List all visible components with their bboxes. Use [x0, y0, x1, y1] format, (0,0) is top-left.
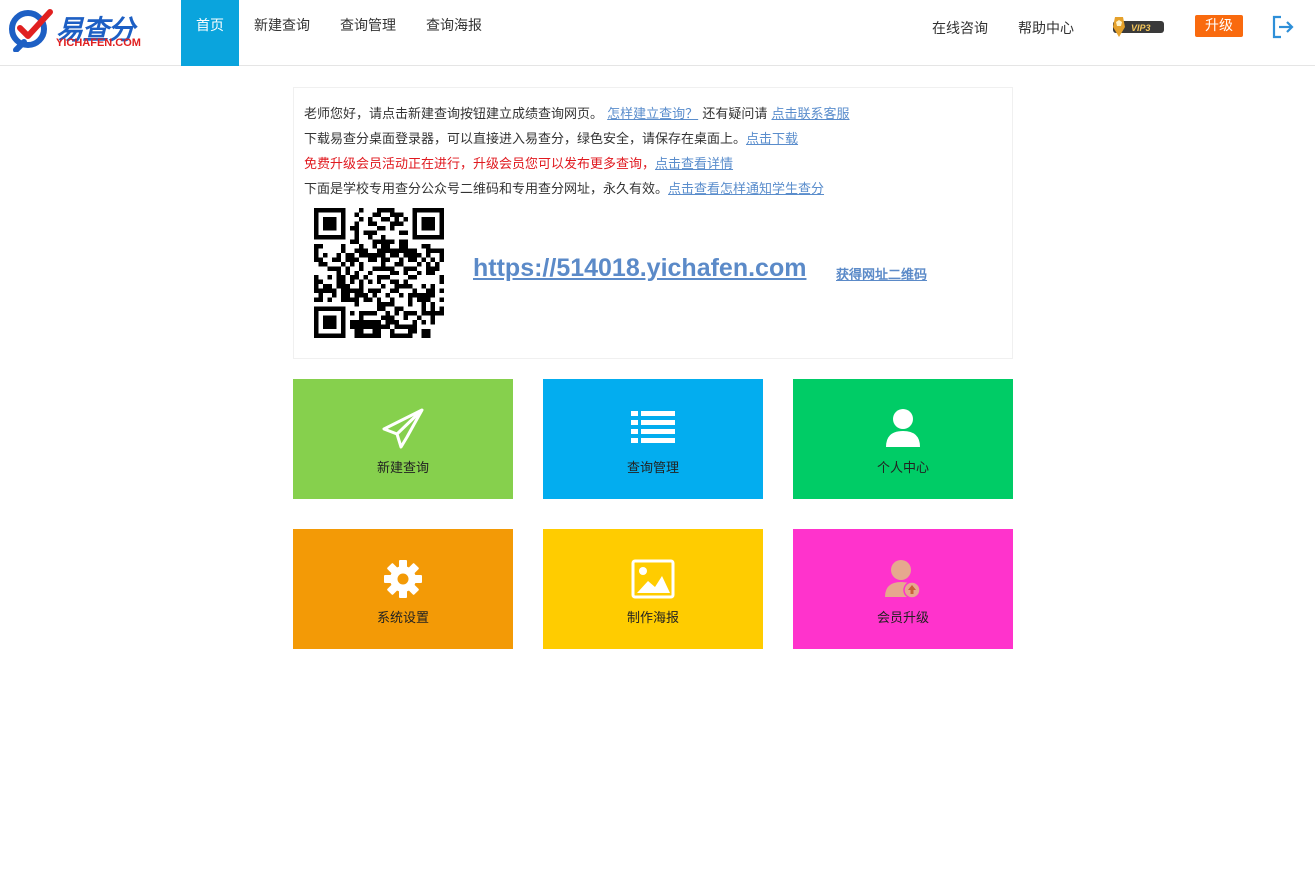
tile-label: 制作海报 — [626, 611, 679, 626]
nav-item-new-query[interactable]: 新建查询 — [239, 0, 325, 66]
notice-line-3-text: 免费升级会员活动正在进行，升级会员您可以发布更多查询， — [304, 157, 656, 172]
online-consult-link[interactable]: 在线咨询 — [932, 18, 988, 38]
contact-support-link[interactable]: 点击联系客服 — [771, 107, 849, 122]
tile-label: 新建查询 — [376, 461, 429, 476]
tile-query-manage[interactable]: 查询管理 — [543, 379, 763, 499]
tile-personal-center[interactable]: 个人中心 — [793, 379, 1013, 499]
main-nav: 首页 新建查询 查询管理 查询海报 — [181, 0, 497, 66]
upgrade-button[interactable]: 升级 — [1195, 15, 1243, 37]
notice-line-2: 下载易查分桌面登录器，可以直接进入易查分，绿色安全，请保存在桌面上。点击下载 — [304, 128, 798, 147]
notify-students-link[interactable]: 点击查看怎样通知学生查分 — [668, 182, 824, 197]
query-url-link[interactable]: https://514018.yichafen.com — [473, 254, 806, 283]
tile-make-poster[interactable]: 制作海报 — [543, 529, 763, 649]
logo-text-en: YICHAFEN.COM — [56, 37, 141, 49]
nav-item-query-poster[interactable]: 查询海报 — [411, 0, 497, 66]
notice-line-4-text: 下面是学校专用查分公众号二维码和专用查分网址，永久有效。 — [304, 182, 669, 197]
notice-line-2-text: 下载易查分桌面登录器，可以直接进入易查分，绿色安全，请保存在桌面上。 — [304, 132, 747, 147]
logo[interactable]: 易查分 YICHAFEN.COM — [8, 6, 148, 56]
top-header: 易查分 YICHAFEN.COM 首页 新建查询 查询管理 查询海报 在线咨询 … — [0, 0, 1315, 66]
gear-icon — [384, 560, 422, 598]
member-upgrade-icon — [885, 560, 921, 599]
logout-icon[interactable] — [1271, 14, 1295, 40]
tile-label: 个人中心 — [876, 461, 929, 476]
get-url-qr-link[interactable]: 获得网址二维码 — [836, 264, 927, 283]
logo-mark-icon — [9, 9, 53, 52]
tile-label: 查询管理 — [626, 461, 679, 476]
user-icon — [886, 409, 920, 447]
list-icon — [631, 411, 675, 443]
help-center-link[interactable]: 帮助中心 — [1018, 18, 1074, 38]
vip-badge-icon[interactable]: VIP3 — [1105, 16, 1165, 38]
vip-level-text: VIP3 — [1131, 23, 1151, 33]
nav-item-home[interactable]: 首页 — [181, 0, 239, 66]
how-to-create-link[interactable]: 怎样建立查询？ — [607, 107, 698, 122]
notice-line-1-text2: 还有疑问请 — [702, 107, 768, 122]
notice-line-4: 下面是学校专用查分公众号二维码和专用查分网址，永久有效。点击查看怎样通知学生查分 — [304, 178, 824, 197]
notice-line-1: 老师您好，请点击新建查询按钮建立成绩查询网页。 怎样建立查询？ 还有疑问请 点击… — [304, 103, 849, 122]
download-link[interactable]: 点击下载 — [746, 132, 798, 147]
view-details-link[interactable]: 点击查看详情 — [655, 157, 733, 172]
tile-new-query[interactable]: 新建查询 — [293, 379, 513, 499]
nav-item-query-manage[interactable]: 查询管理 — [325, 0, 411, 66]
notice-line-1-text: 老师您好，请点击新建查询按钮建立成绩查询网页。 — [304, 107, 604, 122]
notice-panel: 老师您好，请点击新建查询按钮建立成绩查询网页。 怎样建立查询？ 还有疑问请 点击… — [293, 87, 1013, 359]
paper-plane-icon — [382, 408, 424, 449]
tile-member-upgrade[interactable]: 会员升级 — [793, 529, 1013, 649]
image-icon — [631, 559, 675, 599]
tile-system-settings[interactable]: 系统设置 — [293, 529, 513, 649]
tile-label: 会员升级 — [876, 611, 929, 626]
qr-code — [314, 208, 444, 338]
tile-label: 系统设置 — [376, 611, 429, 626]
notice-line-3: 免费升级会员活动正在进行，升级会员您可以发布更多查询，点击查看详情 — [304, 153, 733, 172]
